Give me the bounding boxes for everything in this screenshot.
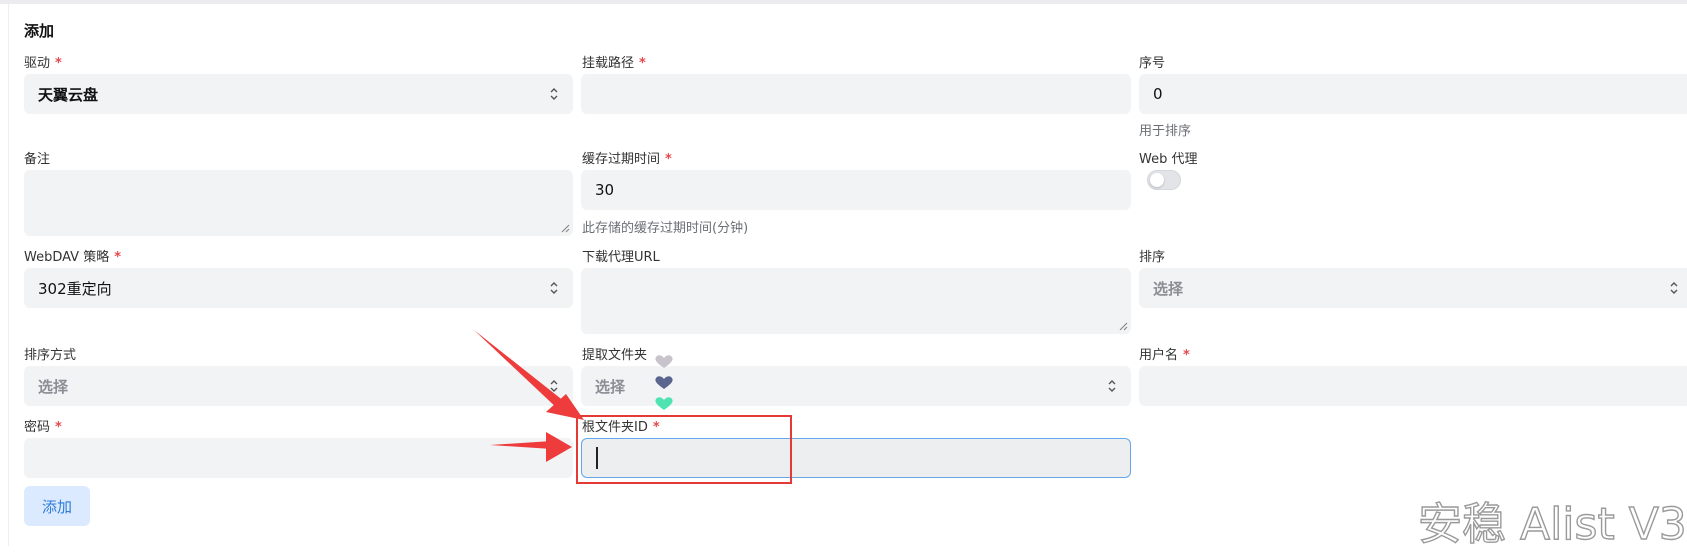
order-help: 用于排序: [1139, 124, 1192, 139]
order-input[interactable]: 0: [1139, 74, 1687, 114]
chevron-up-down-icon: [550, 282, 558, 294]
driver-select[interactable]: 天翼云盘: [24, 74, 573, 114]
remark-label: 备注: [24, 152, 51, 167]
webdav-policy-label: WebDAV 策略 *: [24, 250, 122, 265]
webdav-policy-value: 302重定向: [38, 279, 112, 298]
cache-expiration-input[interactable]: 30: [581, 170, 1131, 210]
driver-select-value: 天翼云盘: [38, 85, 99, 104]
required-mark: *: [55, 420, 62, 435]
password-input[interactable]: [24, 438, 573, 478]
cache-expiration-help: 此存储的缓存过期时间(分钟): [582, 221, 749, 236]
order-by-select[interactable]: 选择: [1139, 268, 1687, 308]
chevron-up-down-icon: [550, 88, 558, 100]
order-direction-select[interactable]: 选择: [24, 366, 573, 406]
top-border: [0, 0, 1687, 4]
cache-expiration-value: 30: [595, 181, 615, 199]
order-direction-placeholder: 选择: [38, 377, 69, 396]
driver-label: 驱动 *: [24, 56, 62, 71]
order-by-label: 排序: [1139, 250, 1166, 265]
order-label: 序号: [1139, 56, 1166, 71]
download-proxy-url-label: 下载代理URL: [582, 250, 660, 265]
order-value: 0: [1153, 85, 1163, 103]
order-by-placeholder: 选择: [1153, 279, 1184, 298]
web-proxy-label: Web 代理: [1139, 152, 1198, 167]
chevron-up-down-icon: [550, 380, 558, 392]
extract-folder-placeholder: 选择: [595, 377, 626, 396]
required-mark: *: [665, 152, 672, 167]
heart-icon: [655, 355, 673, 368]
heart-icon: [655, 376, 673, 389]
hearts-decoration: [655, 355, 673, 410]
required-mark: *: [1183, 348, 1190, 363]
download-proxy-url-textarea[interactable]: [581, 268, 1131, 334]
order-direction-label: 排序方式: [24, 348, 77, 363]
resize-handle-icon[interactable]: [1118, 321, 1128, 331]
username-label: 用户名 *: [1139, 348, 1190, 363]
web-proxy-toggle[interactable]: [1147, 170, 1181, 190]
username-input[interactable]: [1139, 366, 1687, 406]
required-mark: *: [55, 56, 62, 71]
annotation-highlight-box: [576, 415, 792, 484]
required-mark: *: [114, 250, 122, 265]
mount-path-label: 挂载路径 *: [582, 56, 646, 71]
webdav-policy-select[interactable]: 302重定向: [24, 268, 573, 308]
add-button[interactable]: 添加: [24, 486, 90, 526]
chevron-up-down-icon: [1670, 282, 1678, 294]
heart-icon: [655, 397, 673, 410]
toggle-knob: [1150, 173, 1164, 187]
chevron-up-down-icon: [1108, 380, 1116, 392]
extract-folder-label: 提取文件夹: [582, 348, 648, 363]
form-title: 添加: [24, 22, 55, 40]
mount-path-input[interactable]: [581, 74, 1131, 114]
required-mark: *: [639, 56, 646, 71]
remark-textarea[interactable]: [24, 170, 573, 236]
resize-handle-icon[interactable]: [560, 223, 570, 233]
cache-expiration-label: 缓存过期时间 *: [582, 152, 672, 167]
password-label: 密码 *: [24, 420, 62, 435]
left-border: [8, 4, 9, 546]
watermark: 安稳 Alist V3: [1417, 498, 1687, 550]
